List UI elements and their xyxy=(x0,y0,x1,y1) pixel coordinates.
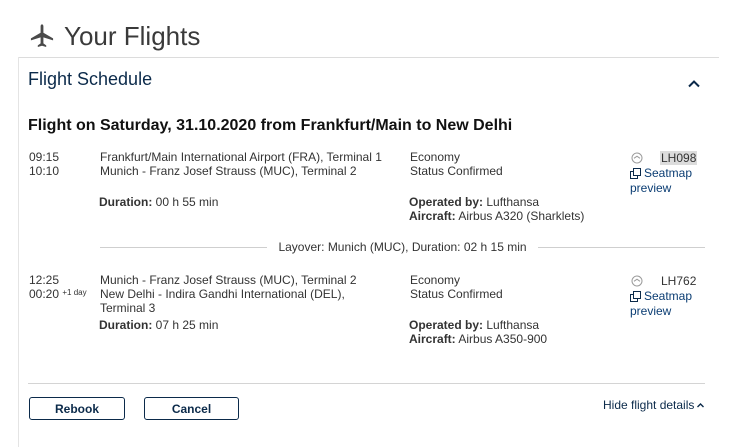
arrival-time: 10:10 xyxy=(29,164,60,178)
arrival-airport: Munich - Franz Josef Strauss (MUC), Term… xyxy=(100,164,357,178)
layover-info: Layover: Munich (MUC), Duration: 02 h 15… xyxy=(278,240,527,254)
aircraft-label: Aircraft: xyxy=(409,332,456,346)
duration: Duration: 07 h 25 min xyxy=(99,318,218,332)
duration-label: Duration: xyxy=(99,318,153,332)
aircraft-type: Airbus A350-900 xyxy=(458,332,548,346)
rebook-button[interactable]: Rebook xyxy=(29,397,125,420)
seatmap-label: Seatmap xyxy=(644,166,693,180)
arrival-time: 00:20 xyxy=(29,287,60,301)
booking-status: Status Confirmed xyxy=(410,287,503,301)
departure-time: 12:25 xyxy=(29,273,60,287)
cabin-class: Economy xyxy=(410,273,461,287)
seatmap-label-line2: preview xyxy=(630,181,672,195)
section-title: Flight Schedule xyxy=(28,69,153,89)
duration-value: 07 h 25 min xyxy=(155,318,219,332)
operated-by-label: Operated by: xyxy=(409,318,484,332)
departure-airport: Munich - Franz Josef Strauss (MUC), Term… xyxy=(100,273,357,287)
cabin-class: Economy xyxy=(410,150,461,164)
departure-airport: Frankfurt/Main International Airport (FR… xyxy=(100,150,382,164)
chevron-up-icon xyxy=(697,402,705,407)
duration-label: Duration: xyxy=(99,195,153,209)
layover-divider: Layover: Munich (MUC), Duration: 02 h 15… xyxy=(100,240,706,254)
external-window-icon xyxy=(630,291,641,302)
day-offset-badge: +1 day xyxy=(62,288,87,297)
operator: Lufthansa xyxy=(486,195,540,209)
arrival-terminal: Terminal 3 xyxy=(100,301,156,315)
operated-by-label: Operated by: xyxy=(409,195,484,209)
seatmap-label-line2: preview xyxy=(630,304,672,318)
duration-value: 00 h 55 min xyxy=(155,195,219,209)
aircraft-type: Airbus A320 (Sharklets) xyxy=(458,209,585,223)
page-title: Your Flights xyxy=(64,20,201,51)
chevron-up-icon[interactable] xyxy=(684,76,704,92)
hide-flight-details-link[interactable]: Hide flight details xyxy=(603,398,705,412)
aircraft: Aircraft: Airbus A320 (Sharklets) xyxy=(409,209,584,223)
aircraft: Aircraft: Airbus A350-900 xyxy=(409,332,547,346)
flight-status-icon xyxy=(631,275,643,287)
arrival-airport: New Delhi - Indira Gandhi International … xyxy=(100,287,345,301)
arrival-time-row: 00:20 +1 day xyxy=(29,287,87,301)
operator: Lufthansa xyxy=(486,318,540,332)
flight-number: LH762 xyxy=(661,274,697,288)
departure-time: 09:15 xyxy=(29,150,60,164)
cancel-button[interactable]: Cancel xyxy=(144,397,239,420)
page-header: Your Flights xyxy=(28,18,200,54)
external-window-icon xyxy=(630,168,641,179)
panel-left-border xyxy=(18,57,19,447)
footer-divider xyxy=(28,383,705,384)
header-divider xyxy=(18,57,719,58)
seatmap-preview-link[interactable]: Seatmap preview xyxy=(630,166,692,196)
duration: Duration: 00 h 55 min xyxy=(99,195,218,209)
seatmap-preview-link[interactable]: Seatmap preview xyxy=(630,289,692,319)
trip-title: Flight on Saturday, 31.10.2020 from Fran… xyxy=(28,117,513,134)
flight-status-icon xyxy=(631,152,643,164)
divider-line xyxy=(100,246,268,248)
operated-by: Operated by: Lufthansa xyxy=(409,318,539,332)
booking-status: Status Confirmed xyxy=(410,164,503,178)
operated-by: Operated by: Lufthansa xyxy=(409,195,539,209)
flight-number: LH098 xyxy=(660,151,698,165)
aircraft-label: Aircraft: xyxy=(409,209,456,223)
airplane-icon xyxy=(30,24,54,47)
seatmap-label: Seatmap xyxy=(644,289,693,303)
divider-line xyxy=(537,246,706,248)
hide-flight-details-label: Hide flight details xyxy=(603,398,695,412)
